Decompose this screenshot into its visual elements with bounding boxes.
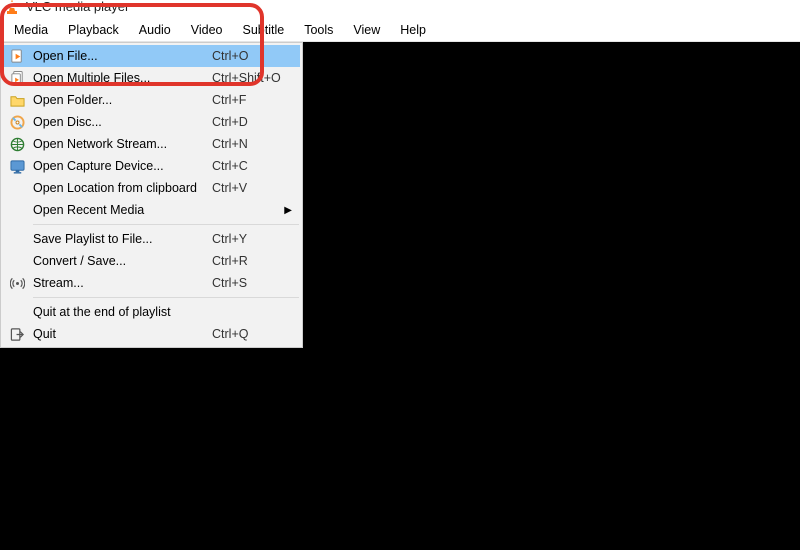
menuitem-accel: Ctrl+V (212, 181, 300, 195)
menu-help[interactable]: Help (390, 20, 436, 40)
menuitem-open-recent[interactable]: Open Recent Media ▶ (3, 199, 300, 221)
menuitem-accel: Ctrl+O (212, 49, 300, 63)
window-title: VLC media player (26, 0, 129, 14)
menu-media[interactable]: Media (4, 20, 58, 40)
menu-separator (33, 224, 299, 225)
menu-tools[interactable]: Tools (294, 20, 343, 40)
menuitem-convert-save[interactable]: Convert / Save...Ctrl+R (3, 250, 300, 272)
menuitem-quit[interactable]: QuitCtrl+Q (3, 323, 300, 345)
quit-icon (3, 327, 31, 342)
menuitem-save-playlist[interactable]: Save Playlist to File...Ctrl+Y (3, 228, 300, 250)
menuitem-label: Open Network Stream... (31, 137, 212, 151)
menuitem-label: Open Recent Media (31, 203, 212, 217)
file-play-icon (3, 49, 31, 64)
menuitem-label: Quit (31, 327, 212, 341)
menuitem-accel: Ctrl+Q (212, 327, 300, 341)
menuitem-open-disc[interactable]: Open Disc...Ctrl+D (3, 111, 300, 133)
capture-icon (3, 159, 31, 174)
menu-separator (33, 297, 299, 298)
menuitem-label: Open Multiple Files... (31, 71, 212, 85)
menuitem-label: Quit at the end of playlist (31, 305, 212, 319)
stream-icon (3, 276, 31, 291)
menu-video[interactable]: Video (181, 20, 233, 40)
menuitem-label: Save Playlist to File... (31, 232, 212, 246)
folder-icon (3, 93, 31, 108)
disc-icon (3, 115, 31, 130)
menuitem-accel: Ctrl+C (212, 159, 300, 173)
menuitem-accel: Ctrl+N (212, 137, 300, 151)
menuitem-label: Stream... (31, 276, 212, 290)
menubar: MediaPlaybackAudioVideoSubtitleToolsView… (0, 18, 800, 42)
file-multi-icon (3, 71, 31, 86)
submenu-arrow-icon: ▶ (284, 205, 292, 216)
menuitem-open-multiple[interactable]: Open Multiple Files...Ctrl+Shift+O (3, 67, 300, 89)
menuitem-open-capture[interactable]: Open Capture Device...Ctrl+C (3, 155, 300, 177)
menu-view[interactable]: View (343, 20, 390, 40)
menuitem-label: Open Folder... (31, 93, 212, 107)
menuitem-open-network[interactable]: Open Network Stream...Ctrl+N (3, 133, 300, 155)
vlc-cone-icon (4, 0, 20, 16)
menuitem-accel: Ctrl+F (212, 93, 300, 107)
menuitem-accel: Ctrl+R (212, 254, 300, 268)
menuitem-open-clipboard[interactable]: Open Location from clipboardCtrl+V (3, 177, 300, 199)
menu-playback[interactable]: Playback (58, 20, 129, 40)
menuitem-accel: Ctrl+Shift+O (212, 71, 300, 85)
menuitem-label: Convert / Save... (31, 254, 212, 268)
menuitem-quit-end[interactable]: Quit at the end of playlist (3, 301, 300, 323)
menuitem-accel: Ctrl+S (212, 276, 300, 290)
menuitem-open-file[interactable]: Open File...Ctrl+O (3, 45, 300, 67)
menuitem-open-folder[interactable]: Open Folder...Ctrl+F (3, 89, 300, 111)
menuitem-label: Open Capture Device... (31, 159, 212, 173)
menuitem-accel: Ctrl+Y (212, 232, 300, 246)
media-menu-dropdown: Open File...Ctrl+OOpen Multiple Files...… (0, 42, 303, 348)
menuitem-label: Open Disc... (31, 115, 212, 129)
menuitem-label: Open File... (31, 49, 212, 63)
window-titlebar: VLC media player (0, 0, 800, 18)
network-icon (3, 137, 31, 152)
menu-subtitle[interactable]: Subtitle (233, 20, 295, 40)
menuitem-stream[interactable]: Stream...Ctrl+S (3, 272, 300, 294)
menuitem-accel: Ctrl+D (212, 115, 300, 129)
menuitem-label: Open Location from clipboard (31, 181, 212, 195)
menu-audio[interactable]: Audio (129, 20, 181, 40)
